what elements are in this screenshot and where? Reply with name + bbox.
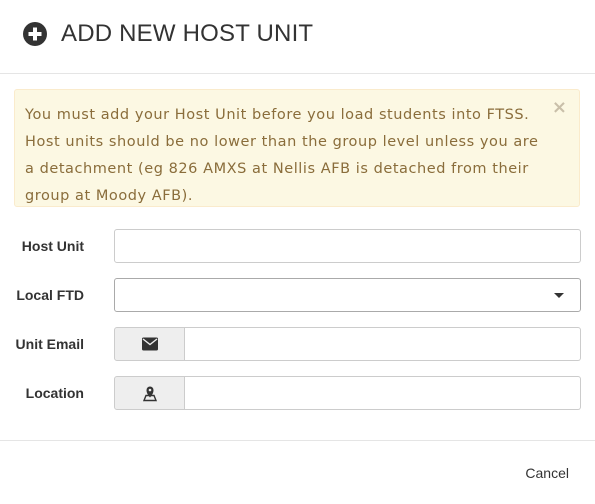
chevron-down-icon xyxy=(554,293,564,298)
location-addon xyxy=(114,376,185,410)
host-unit-input[interactable] xyxy=(114,229,581,263)
warning-alert: You must add your Host Unit before you l… xyxy=(14,89,580,207)
local-ftd-label: Local FTD xyxy=(16,287,84,303)
envelope-icon xyxy=(141,337,158,351)
modal-footer: Cancel xyxy=(0,440,595,504)
location-input[interactable] xyxy=(185,376,581,410)
host-unit-label: Host Unit xyxy=(21,238,84,254)
map-marker-icon xyxy=(142,386,157,402)
cancel-button[interactable]: Cancel xyxy=(525,465,569,481)
local-ftd-select[interactable] xyxy=(114,278,581,312)
location-label: Location xyxy=(25,385,84,401)
close-icon[interactable]: × xyxy=(552,97,567,118)
unit-email-input[interactable] xyxy=(185,327,581,361)
modal-header: ADD NEW HOST UNIT xyxy=(0,0,595,74)
plus-circle-icon xyxy=(23,22,47,46)
alert-message: You must add your Host Unit before you l… xyxy=(25,107,539,204)
unit-email-addon xyxy=(114,327,185,361)
modal-title: ADD NEW HOST UNIT xyxy=(61,20,314,47)
unit-email-label: Unit Email xyxy=(15,336,84,352)
